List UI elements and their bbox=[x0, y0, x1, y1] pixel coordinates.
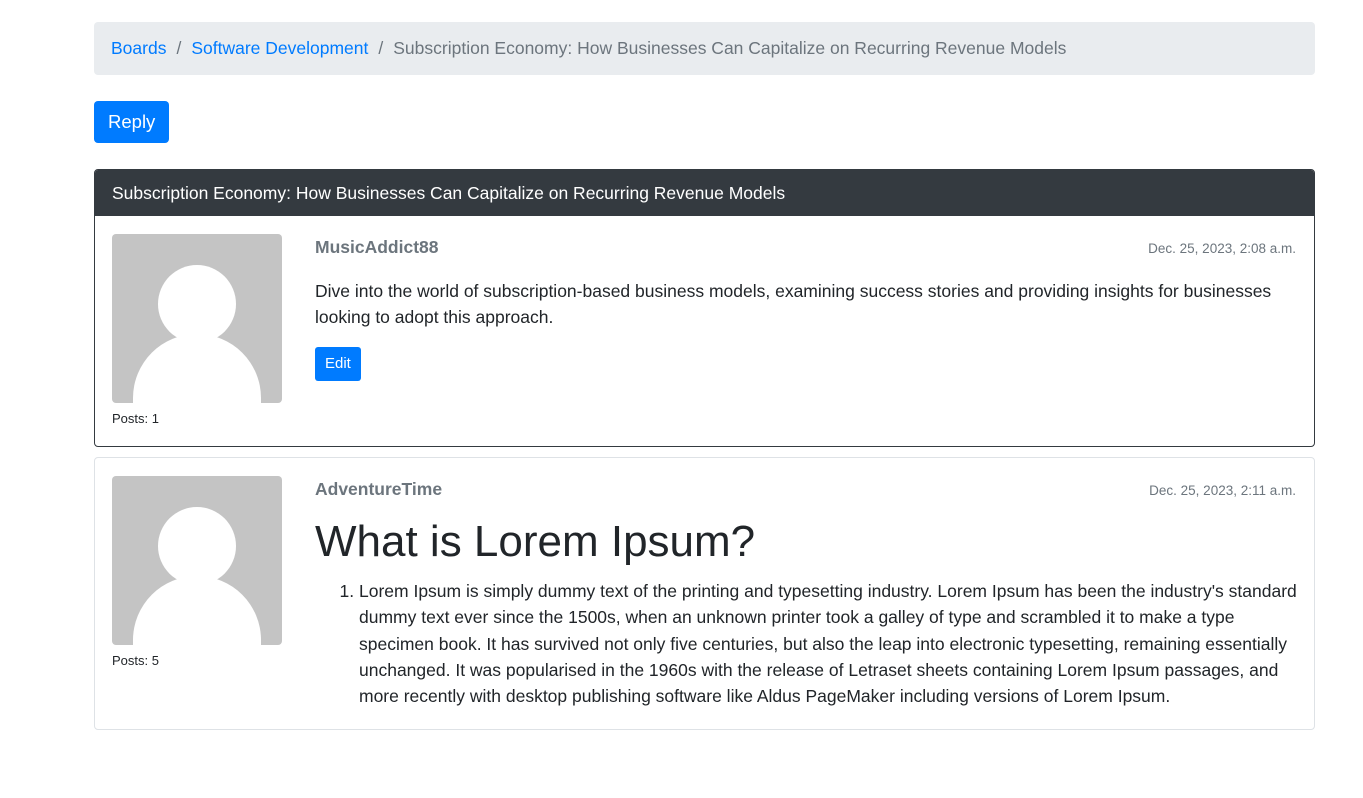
post-author-panel: Posts: 1 bbox=[112, 234, 282, 426]
post-content: AdventureTime Dec. 25, 2023, 2:11 a.m. W… bbox=[315, 476, 1297, 709]
post-heading: What is Lorem Ipsum? bbox=[315, 517, 756, 566]
avatar bbox=[112, 476, 282, 645]
post-count: Posts: 1 bbox=[112, 411, 159, 426]
avatar-head-shape bbox=[158, 507, 236, 585]
avatar-body-shape bbox=[133, 334, 261, 403]
breadcrumb-boards-link[interactable]: Boards bbox=[111, 38, 166, 59]
main-container: Boards / Software Development / Subscrip… bbox=[94, 22, 1315, 731]
breadcrumb-board-link[interactable]: Software Development bbox=[191, 38, 368, 59]
post-date: Dec. 25, 2023, 2:11 a.m. bbox=[1149, 483, 1296, 498]
post-date: Dec. 25, 2023, 2:08 a.m. bbox=[1148, 241, 1296, 256]
edit-button[interactable]: Edit bbox=[315, 347, 361, 381]
reply-button[interactable]: Reply bbox=[94, 101, 170, 143]
post-author-panel: Posts: 5 bbox=[112, 476, 282, 709]
post: Posts: 1 MusicAddict88 Dec. 25, 2023, 2:… bbox=[95, 216, 1314, 446]
avatar bbox=[112, 234, 282, 403]
post: Posts: 5 AdventureTime Dec. 25, 2023, 2:… bbox=[94, 457, 1315, 731]
post-content: MusicAddict88 Dec. 25, 2023, 2:08 a.m. D… bbox=[315, 234, 1297, 426]
avatar-body-shape bbox=[133, 576, 261, 645]
breadcrumb-current: Subscription Economy: How Businesses Can… bbox=[393, 38, 1067, 58]
breadcrumb: Boards / Software Development / Subscrip… bbox=[94, 22, 1315, 75]
list-item: Lorem Ipsum is simply dummy text of the … bbox=[359, 578, 1297, 709]
breadcrumb-separator: / bbox=[378, 38, 384, 58]
post-body: Dive into the world of subscription-base… bbox=[315, 281, 1272, 327]
post-count: Posts: 5 bbox=[112, 653, 159, 668]
post-ordered-list: Lorem Ipsum is simply dummy text of the … bbox=[315, 578, 1297, 709]
thread-card: Subscription Economy: How Businesses Can… bbox=[94, 169, 1315, 447]
thread-title: Subscription Economy: How Businesses Can… bbox=[95, 170, 1314, 216]
breadcrumb-separator: / bbox=[176, 38, 182, 58]
avatar-head-shape bbox=[158, 265, 236, 343]
